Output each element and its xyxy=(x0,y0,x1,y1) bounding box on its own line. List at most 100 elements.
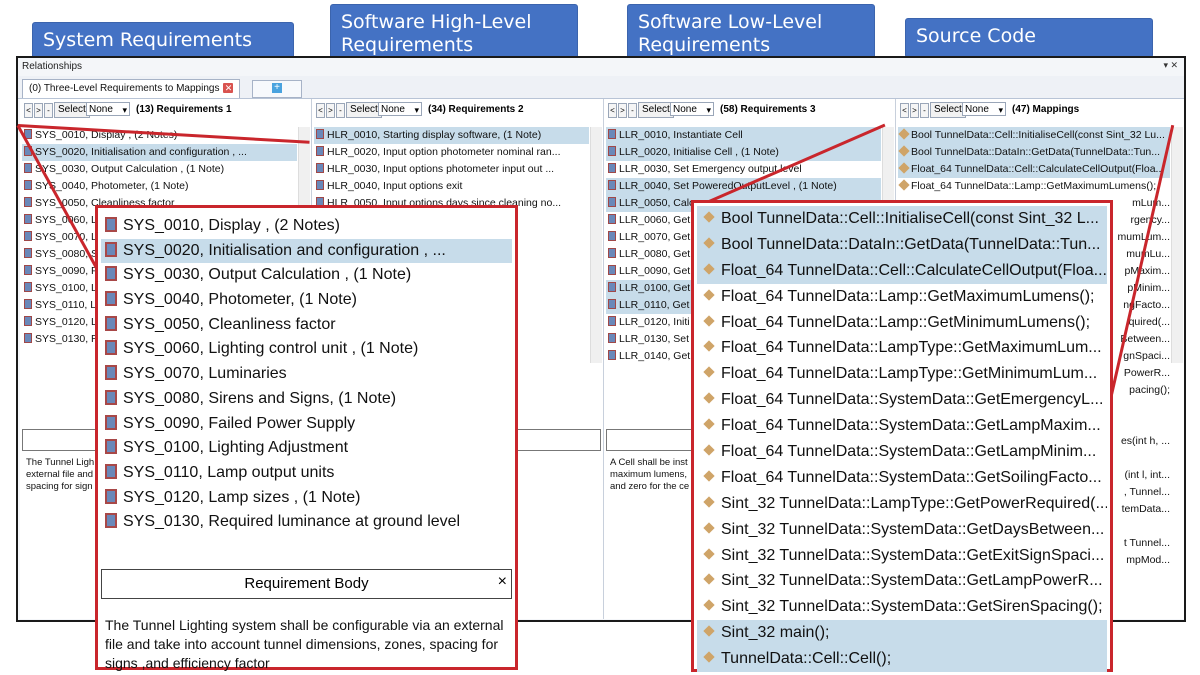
scrollbar[interactable] xyxy=(590,127,602,363)
prev-button[interactable]: < xyxy=(900,103,909,118)
collapse-button[interactable]: - xyxy=(44,103,53,118)
list-item-label: TunnelData::Cell::Cell(); xyxy=(721,650,892,668)
plus-icon: + xyxy=(272,83,282,93)
list-item[interactable]: HLR_0030, Input options photometer input… xyxy=(314,161,589,178)
prev-button[interactable]: < xyxy=(608,103,617,118)
list-item[interactable]: Sint_32 main(); xyxy=(697,620,1107,647)
list-item[interactable]: HLR_0010, Starting display software, (1 … xyxy=(314,127,589,144)
select-button[interactable]: Select xyxy=(930,102,966,118)
list-item[interactable]: Sint_32 TunnelData::SystemData::GetLampP… xyxy=(697,568,1107,594)
select-button[interactable]: Select xyxy=(346,102,382,118)
list-item[interactable]: Sint_32 TunnelData::LampType::GetPowerRe… xyxy=(697,491,1107,517)
filter-dropdown[interactable]: None xyxy=(86,102,130,117)
new-tab-button[interactable]: + xyxy=(252,80,302,98)
requirement-icon xyxy=(105,365,117,381)
list-item[interactable]: SYS_0120, Lamp sizes , (1 Note) xyxy=(101,486,512,511)
window-controls[interactable]: ▾ ✕ xyxy=(1163,60,1178,71)
list-item[interactable]: SYS_0110, Lamp output units xyxy=(101,461,512,486)
list-item[interactable]: Float_64 TunnelData::LampType::GetMinimu… xyxy=(697,361,1107,387)
list-item[interactable]: SYS_0020, Initialisation and configurati… xyxy=(22,144,297,161)
list-item[interactable]: SYS_0040, Photometer, (1 Note) xyxy=(22,178,297,195)
list-item-label: Bool TunnelData::Cell::InitialiseCell(co… xyxy=(911,129,1165,141)
list-item[interactable]: Sint_32 TunnelData::SystemData::GetExitS… xyxy=(697,543,1107,569)
list-item[interactable]: SYS_0130, Required luminance at ground l… xyxy=(101,510,512,535)
panel-toolbar: <>-SelectNone (47) Mappings xyxy=(896,99,1184,121)
close-icon[interactable]: × xyxy=(498,573,507,591)
panel-count: (13) Requirements 1 xyxy=(136,104,232,115)
requirement-icon xyxy=(703,314,715,327)
tab-close-icon[interactable]: ✕ xyxy=(223,83,234,93)
requirement-icon xyxy=(898,179,910,191)
next-button[interactable]: > xyxy=(326,103,335,118)
list-item[interactable]: SYS_0060, Lighting control unit , (1 Not… xyxy=(101,337,512,362)
collapse-button[interactable]: - xyxy=(920,103,929,118)
list-item[interactable]: HLR_0020, Input option photometer nomina… xyxy=(314,144,589,161)
list-item[interactable]: Bool TunnelData::DataIn::GetData(TunnelD… xyxy=(697,231,1107,258)
list-item[interactable]: Sint_32 TunnelData::SystemData::GetSiren… xyxy=(697,594,1107,620)
list-item[interactable]: LLR_0030, Set Emergency output level xyxy=(606,161,881,178)
list-item[interactable]: SYS_0080, Sirens and Signs, (1 Note) xyxy=(101,387,512,412)
list-item[interactable]: Float_64 TunnelData::Lamp::GetMaximumLum… xyxy=(697,284,1107,310)
requirement-icon xyxy=(105,414,117,430)
prev-button[interactable]: < xyxy=(24,103,33,118)
requirement-icon xyxy=(703,418,715,430)
list-item[interactable]: SYS_0030, Output Calculation , (1 Note) xyxy=(22,161,297,178)
scrollbar[interactable] xyxy=(1171,127,1183,363)
next-button[interactable]: > xyxy=(34,103,43,118)
list-item-label: Float_64 TunnelData::LampType::GetMinimu… xyxy=(721,365,1098,383)
list-item[interactable]: SYS_0040, Photometer, (1 Note) xyxy=(101,288,512,313)
requirement-icon xyxy=(24,265,32,275)
list-item[interactable]: HLR_0040, Input options exit xyxy=(314,178,589,195)
select-button[interactable]: Select xyxy=(638,102,674,118)
requirement-icon xyxy=(898,162,910,174)
list-item[interactable]: SYS_0090, Failed Power Supply xyxy=(101,412,512,437)
list-item[interactable]: SYS_0050, Cleanliness factor xyxy=(101,313,512,338)
list-item[interactable]: Float_64 TunnelData::LampType::GetMaximu… xyxy=(697,335,1107,361)
list-item-label: Float_64 TunnelData::Lamp::GetMinimumLum… xyxy=(721,313,1091,331)
list-item[interactable]: Float_64 TunnelData::Lamp::GetMaximumLum… xyxy=(898,178,1170,195)
list-item[interactable]: Float_64 TunnelData::Cell::CalculateCell… xyxy=(898,161,1170,178)
list-item-label: SYS_0070, L xyxy=(35,231,97,243)
list-item[interactable]: Float_64 TunnelData::Cell::CalculateCell… xyxy=(697,257,1107,284)
list-item[interactable]: Bool TunnelData::DataIn::GetData(TunnelD… xyxy=(898,144,1170,161)
list-item[interactable]: SYS_0070, Luminaries xyxy=(101,362,512,387)
list-item[interactable]: Float_64 TunnelData::Lamp::GetMinimumLum… xyxy=(697,310,1107,336)
list-item[interactable]: SYS_0020, Initialisation and configurati… xyxy=(101,238,512,264)
list-item-label: SYS_0110, L xyxy=(35,299,97,311)
list-item[interactable]: SYS_0010, Display , (2 Notes) xyxy=(101,214,512,239)
tab-three-level-requirements[interactable]: (0) Three-Level Requirements to Mappings… xyxy=(22,79,241,98)
filter-dropdown[interactable]: None xyxy=(378,102,422,117)
list-item[interactable]: Float_64 TunnelData::SystemData::GetLamp… xyxy=(697,413,1107,439)
list-item-label: SYS_0110, Lamp output units xyxy=(123,463,335,481)
list-item[interactable]: SYS_0010, Display , (2 Notes) xyxy=(22,127,297,144)
list-item[interactable]: Float_64 TunnelData::SystemData::GetEmer… xyxy=(697,387,1107,413)
list-item[interactable]: LLR_0010, Instantiate Cell xyxy=(606,127,881,144)
requirement-icon xyxy=(608,180,616,190)
filter-dropdown[interactable]: None xyxy=(962,102,1006,117)
next-button[interactable]: > xyxy=(910,103,919,118)
list-item[interactable]: Bool TunnelData::Cell::InitialiseCell(co… xyxy=(898,127,1170,144)
list-item-label: SYS_0060, Lighting control unit , (1 Not… xyxy=(123,340,419,358)
select-button[interactable]: Select xyxy=(54,102,90,118)
requirement-icon xyxy=(703,237,715,249)
filter-dropdown[interactable]: None xyxy=(670,102,714,117)
list-item[interactable]: Bool TunnelData::Cell::InitialiseCell(co… xyxy=(697,206,1107,232)
requirement-icon xyxy=(608,163,616,173)
list-item[interactable]: SYS_0030, Output Calculation , (1 Note) xyxy=(101,263,512,288)
list-item[interactable]: TunnelData::Cell::Cell(); xyxy=(697,646,1107,673)
prev-button[interactable]: < xyxy=(316,103,325,118)
list-item[interactable]: SYS_0100, Lighting Adjustment xyxy=(101,436,512,461)
list-item[interactable]: Sint_32 TunnelData::SystemData::GetDaysB… xyxy=(697,517,1107,543)
list-item-label: SYS_0130, Required luminance at ground l… xyxy=(123,513,461,531)
list-item-label: SYS_0120, Lamp sizes , (1 Note) xyxy=(123,488,361,506)
list-item-label: Sint_32 main(); xyxy=(721,624,830,642)
requirement-icon xyxy=(703,651,715,663)
list-item[interactable]: Float_64 TunnelData::SystemData::GetSoil… xyxy=(697,465,1107,491)
collapse-button[interactable]: - xyxy=(628,103,637,118)
list-item[interactable]: LLR_0020, Initialise Cell , (1 Note) xyxy=(606,144,881,161)
list-item-label: Sint_32 TunnelData::SystemData::GetExitS… xyxy=(721,546,1105,564)
list-item[interactable]: Float_64 TunnelData::SystemData::GetLamp… xyxy=(697,439,1107,465)
collapse-button[interactable]: - xyxy=(336,103,345,118)
list-item-label: LLR_0120, Initi xyxy=(619,316,690,328)
next-button[interactable]: > xyxy=(618,103,627,118)
